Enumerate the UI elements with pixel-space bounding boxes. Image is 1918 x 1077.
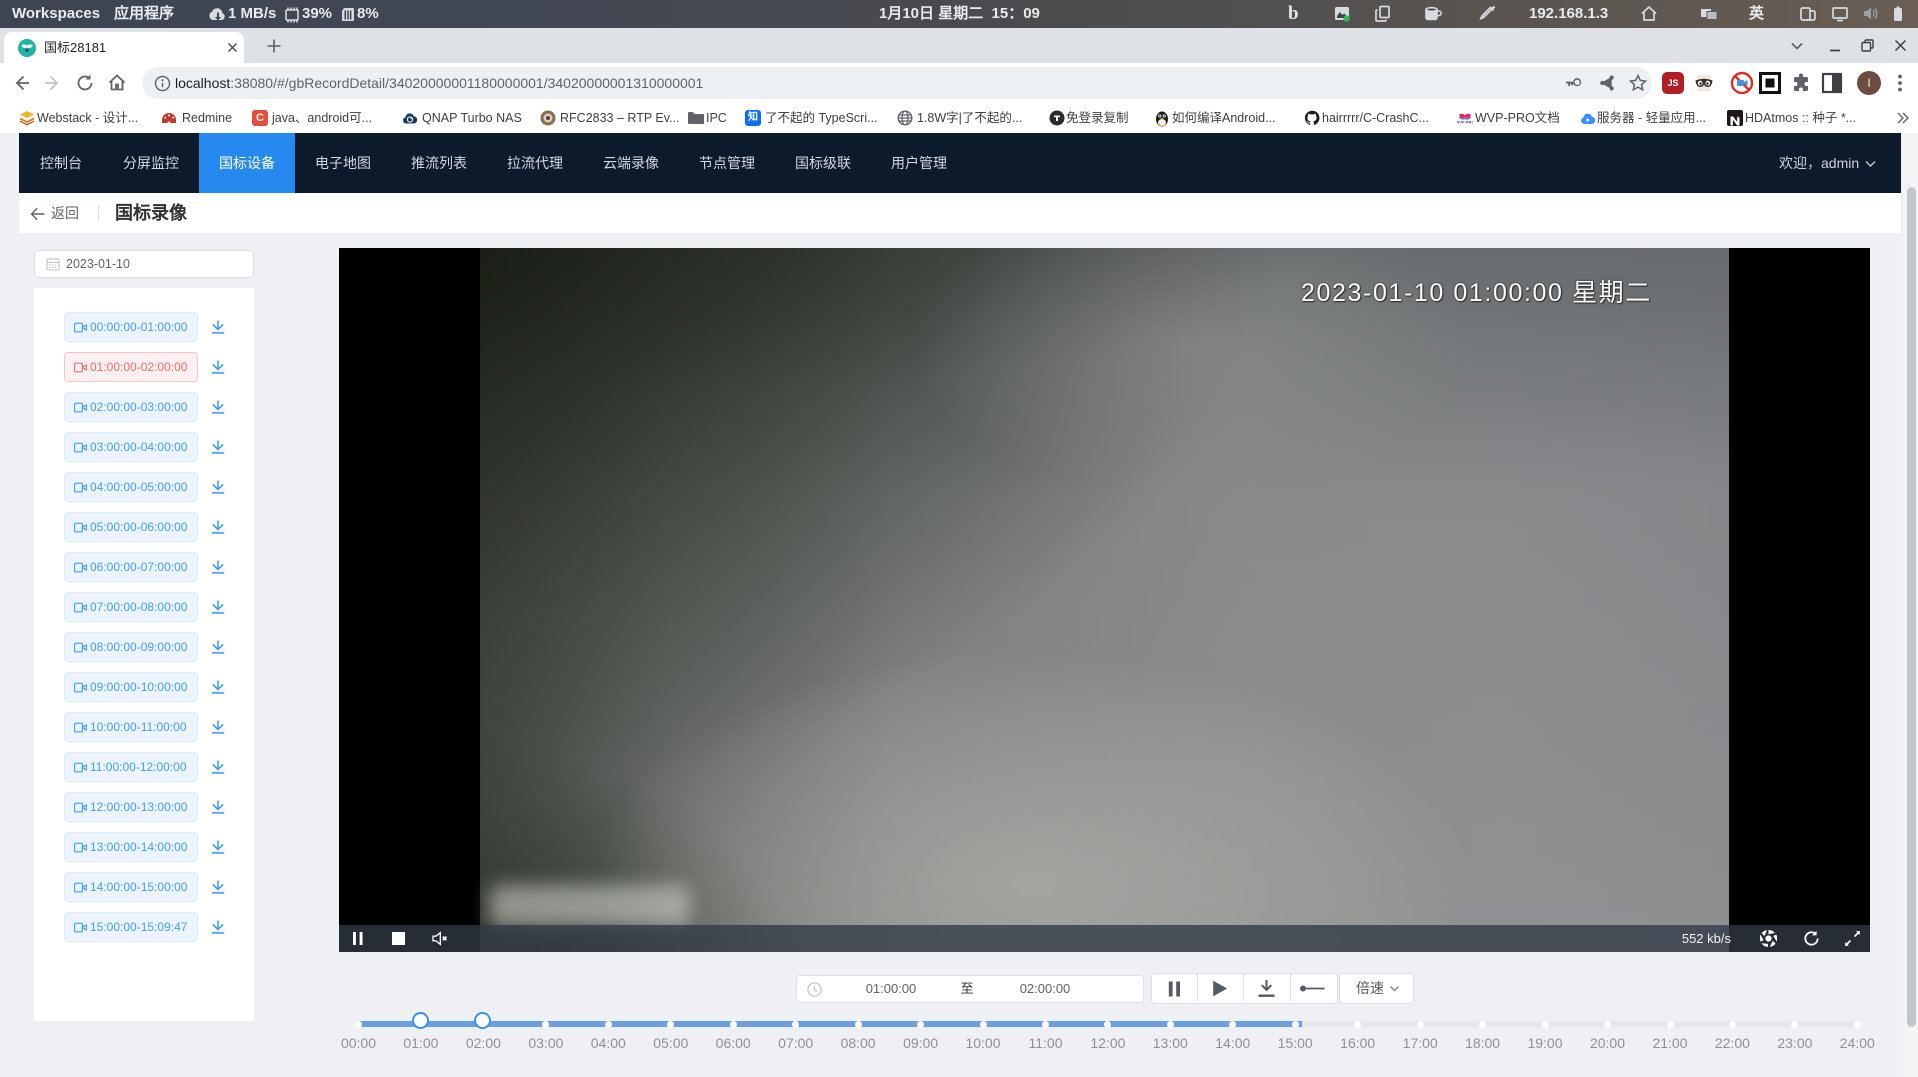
svg-text:WVP-PRO: WVP-PRO — [1457, 120, 1473, 125]
